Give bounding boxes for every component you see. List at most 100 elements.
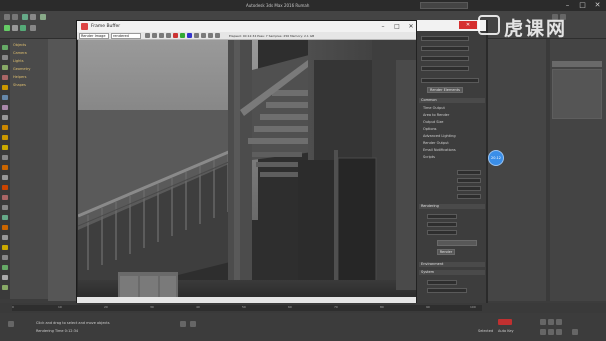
group-icon[interactable] [2, 135, 8, 140]
minimize-button[interactable]: – [560, 0, 575, 11]
shape-icon[interactable] [2, 75, 8, 80]
geometry-icon[interactable] [2, 65, 8, 70]
timeline[interactable]: 0 10 20 30 40 50 60 70 80 90 100 [0, 303, 606, 313]
green-channel-icon[interactable] [180, 33, 185, 38]
lock-selection-icon[interactable] [180, 321, 186, 327]
link-icon[interactable] [22, 14, 28, 20]
render-maximize-button[interactable]: □ [391, 21, 403, 32]
render-setup-icon[interactable] [552, 14, 558, 20]
filter-field[interactable] [427, 222, 457, 227]
maximize-viewport-icon[interactable] [572, 329, 578, 335]
filter-icon[interactable] [2, 45, 8, 50]
mirror-icon[interactable] [30, 25, 36, 31]
mono-icon[interactable] [201, 33, 206, 38]
render-window-titlebar[interactable]: Frame Buffer – □ ✕ [77, 21, 417, 32]
abs-mode-icon[interactable] [190, 321, 196, 327]
scene-row[interactable]: Camera [13, 51, 27, 55]
save-icon[interactable] [145, 33, 150, 38]
redo-icon[interactable] [12, 14, 18, 20]
orbit-icon[interactable] [556, 329, 562, 335]
select-icon[interactable] [30, 14, 36, 20]
rendering-section[interactable]: Rendering [419, 204, 485, 209]
samples-field[interactable] [457, 170, 481, 175]
light-icon[interactable] [2, 85, 8, 90]
color-swatch-icon[interactable] [215, 33, 220, 38]
print-icon[interactable] [166, 33, 171, 38]
helper-icon[interactable] [2, 105, 8, 110]
depth-field[interactable] [457, 178, 481, 183]
log-field[interactable] [427, 280, 457, 285]
sort-icon[interactable] [2, 235, 8, 240]
scene-row[interactable]: Geometry [13, 67, 30, 71]
red-channel-icon[interactable] [173, 33, 178, 38]
common-tab[interactable] [421, 78, 479, 83]
nurbs-icon[interactable] [2, 215, 8, 220]
view-dropdown[interactable] [421, 66, 469, 71]
system-section[interactable]: System [419, 270, 485, 275]
blue-channel-icon[interactable] [187, 33, 192, 38]
common-section[interactable]: Common [419, 98, 485, 103]
frozen-icon[interactable] [2, 165, 8, 170]
scene-row[interactable]: Shapes [13, 83, 26, 87]
modifier-list[interactable] [552, 69, 602, 119]
shadow-field[interactable] [457, 186, 481, 191]
highlight-icon[interactable] [2, 245, 8, 250]
angle-snap-icon[interactable] [12, 25, 18, 31]
render-setup-close-button[interactable]: ✕ [459, 21, 477, 29]
camera-icon[interactable] [2, 95, 8, 100]
undo-icon[interactable] [4, 14, 10, 20]
maximize-button[interactable]: □ [575, 0, 590, 11]
close-button[interactable]: ✕ [590, 0, 605, 11]
bone-display-icon[interactable] [2, 205, 8, 210]
hierarchy-icon[interactable] [2, 275, 8, 280]
render-frame-icon[interactable] [560, 14, 566, 20]
renderer-dropdown[interactable] [421, 56, 469, 61]
render-minimize-button[interactable]: – [377, 21, 389, 32]
scene-row[interactable]: Helpers [13, 75, 26, 79]
play-forward-icon[interactable] [556, 319, 562, 325]
play-icon[interactable] [548, 319, 554, 325]
auto-key-button[interactable] [498, 319, 512, 325]
layer-explorer-icon[interactable] [2, 265, 8, 270]
pan-icon[interactable] [548, 329, 554, 335]
viewport-dropdown[interactable]: rendered [111, 33, 141, 39]
explorer-options-icon[interactable] [2, 285, 8, 290]
clone-icon[interactable] [159, 33, 164, 38]
copy-icon[interactable] [152, 33, 157, 38]
preset-dropdown[interactable] [421, 46, 469, 51]
alpha-channel-icon[interactable] [194, 33, 199, 38]
play-back-icon[interactable] [540, 319, 546, 325]
maxscript-icon[interactable] [8, 321, 14, 327]
move-icon[interactable] [40, 14, 46, 20]
particle-icon[interactable] [2, 195, 8, 200]
display-icon[interactable] [2, 55, 8, 60]
patch-icon[interactable] [2, 225, 8, 230]
area-dropdown[interactable]: Render Image [79, 33, 109, 39]
workspace-dropdown[interactable] [420, 2, 468, 9]
snap-icon[interactable] [4, 25, 10, 31]
xref-icon[interactable] [2, 155, 8, 160]
target-dropdown[interactable] [421, 36, 469, 41]
gamma-field[interactable] [427, 230, 457, 235]
environment-section[interactable]: Environment [419, 262, 485, 267]
render-elements-button[interactable]: Render Elements [427, 87, 463, 93]
timeline-track[interactable]: 0 10 20 30 40 50 60 70 80 90 100 [12, 305, 482, 311]
scene-row[interactable]: Objects [13, 43, 26, 47]
small-render-button[interactable]: Render [437, 249, 455, 255]
settings-icon[interactable] [2, 255, 8, 260]
clear-icon[interactable] [208, 33, 213, 38]
indirect-field[interactable] [457, 194, 481, 199]
space-warp-icon[interactable] [2, 115, 8, 120]
render-setup-titlebar[interactable]: ✕ [417, 20, 487, 31]
mode-dropdown[interactable] [437, 240, 477, 246]
layer-icon[interactable] [20, 25, 26, 31]
output-field[interactable] [427, 214, 457, 219]
hidden-icon[interactable] [2, 175, 8, 180]
scene-row[interactable]: Lights [13, 59, 24, 63]
object-name-field[interactable] [552, 61, 602, 67]
lock-icon[interactable] [2, 185, 8, 190]
container-icon[interactable] [2, 145, 8, 150]
bone-icon[interactable] [2, 125, 8, 130]
zoom-icon[interactable] [540, 329, 546, 335]
memory-field[interactable] [427, 288, 467, 293]
